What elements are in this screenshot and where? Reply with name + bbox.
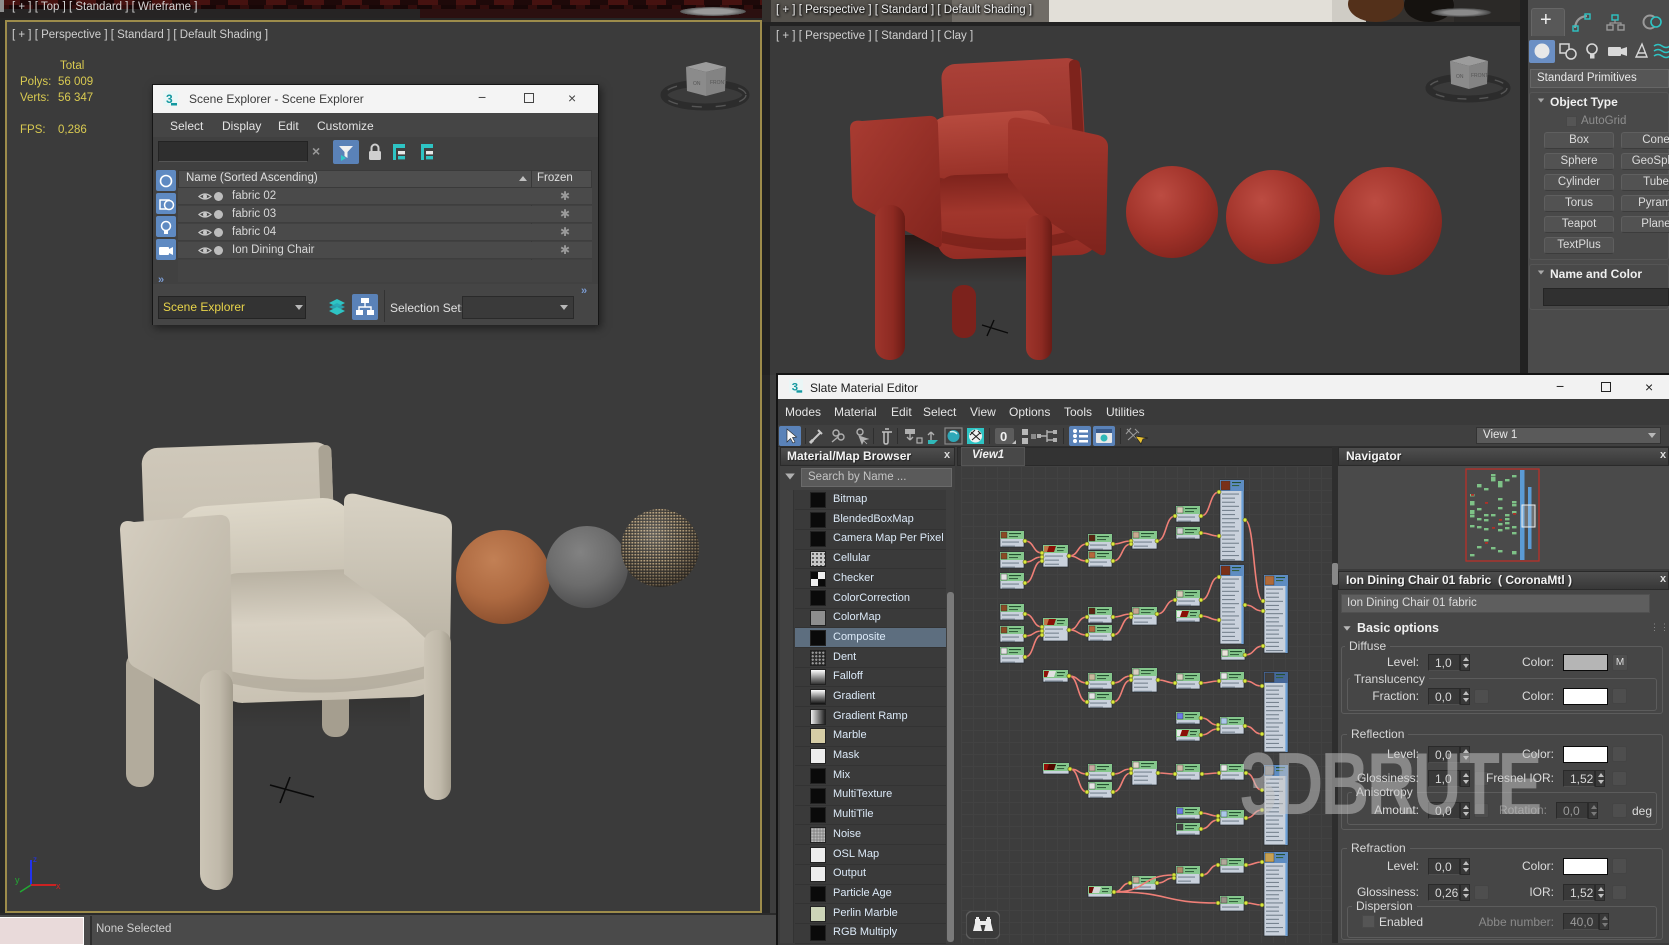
svg-text:0: 0	[1000, 429, 1007, 444]
svg-text:y: y	[15, 875, 20, 885]
svg-text:z: z	[33, 855, 37, 864]
svg-text:ON: ON	[693, 81, 701, 87]
svg-text:FRONT: FRONT	[1471, 73, 1488, 79]
svg-text:FRONT: FRONT	[710, 80, 727, 86]
svg-text:x: x	[56, 881, 61, 891]
svg-text:ON: ON	[1456, 74, 1464, 80]
